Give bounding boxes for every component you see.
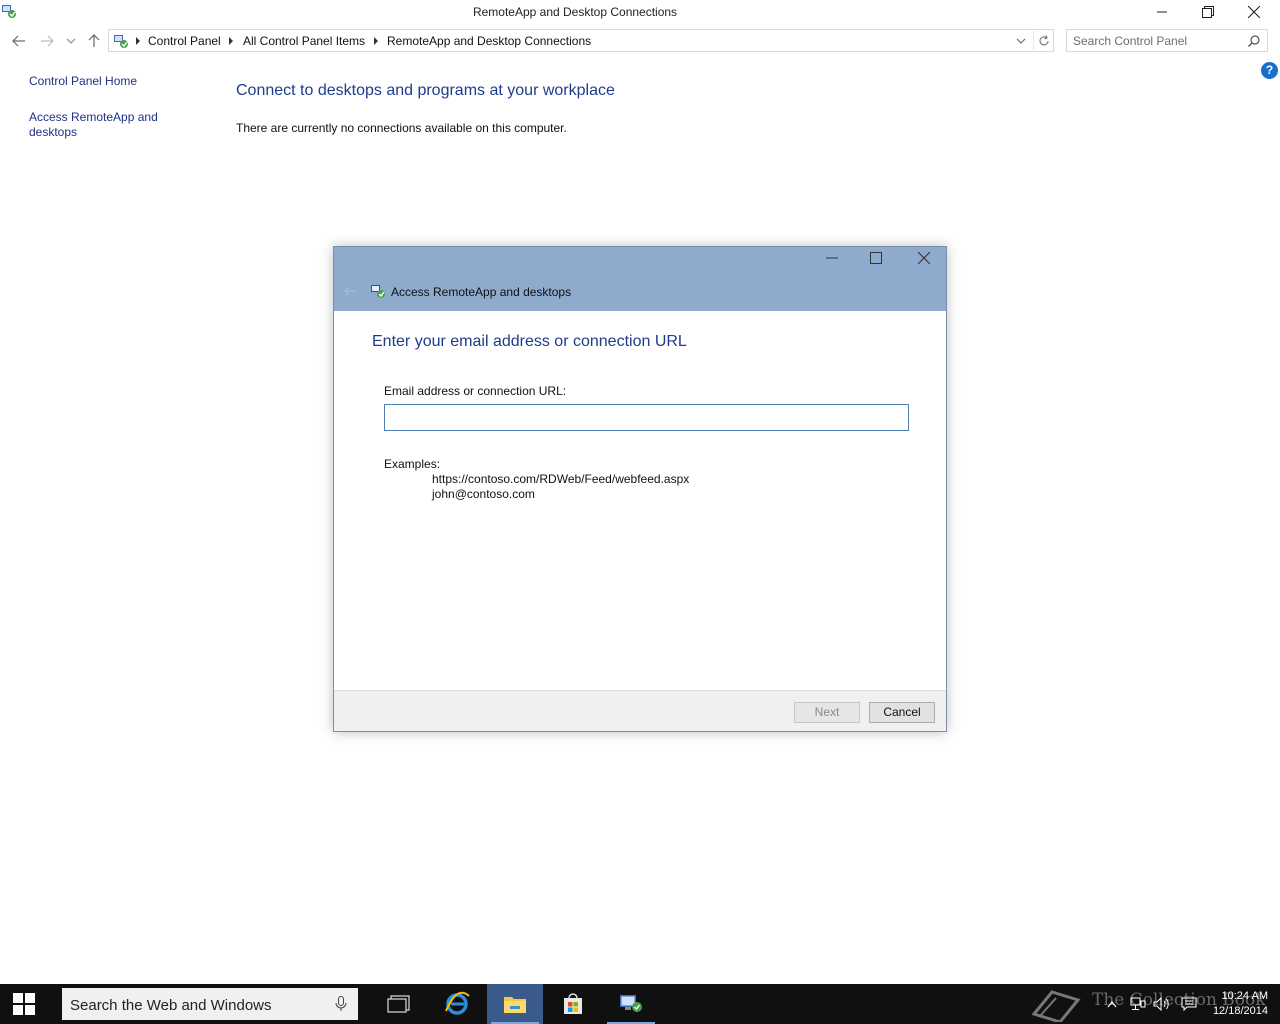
taskbar-search-input[interactable] [70,996,320,1014]
breadcrumb-control-panel[interactable]: Control Panel [148,34,221,48]
page-title: Connect to desktops and programs at your… [236,82,615,99]
search-box[interactable] [1066,29,1268,52]
forward-button[interactable] [38,32,56,50]
example-email: john@contoso.com [432,487,535,501]
internet-explorer-button[interactable] [429,984,485,1024]
address-dropdown-icon[interactable] [1014,34,1028,48]
close-button[interactable] [1231,0,1277,24]
search-input[interactable] [1073,33,1243,49]
start-button[interactable] [0,984,48,1024]
refresh-button[interactable] [1033,31,1053,50]
taskbar-search-box[interactable] [62,988,358,1020]
dialog-close-button[interactable] [902,247,946,269]
network-tray-button[interactable] [1129,996,1147,1012]
dialog-header: Access RemoteApp and desktops [334,247,946,311]
dialog-title: Access RemoteApp and desktops [391,285,572,299]
email-url-input[interactable] [384,404,909,431]
store-icon [564,993,582,1014]
dialog-footer: Next Cancel [334,690,946,731]
next-button[interactable]: Next [794,702,860,723]
folder-icon [504,997,526,1013]
examples-label: Examples: [384,457,441,471]
show-hidden-icons-button[interactable] [1103,996,1121,1012]
search-icon[interactable] [1247,34,1261,48]
task-view-icon [387,995,410,1013]
task-view-button[interactable] [371,984,427,1024]
store-button[interactable] [545,984,601,1024]
dialog-maximize-button[interactable] [854,247,898,269]
breadcrumb-separator-icon[interactable] [227,36,235,46]
dialog-back-icon[interactable] [342,283,358,299]
microphone-icon[interactable] [334,996,348,1012]
file-explorer-button[interactable] [487,984,543,1024]
back-button[interactable] [10,32,28,50]
up-button[interactable] [85,32,103,50]
breadcrumb-all-control-panel-items[interactable]: All Control Panel Items [243,34,365,48]
example-url: https://contoso.com/RDWeb/Feed/webfeed.a… [432,472,690,486]
action-center-button[interactable] [1180,996,1198,1012]
windows-logo-icon [13,993,35,1015]
network-icon [1130,997,1146,1010]
dialog-heading: Enter your email address or connection U… [372,333,687,350]
dialog-minimize-button[interactable] [810,247,854,269]
restore-button[interactable] [1185,0,1231,24]
address-bar[interactable]: Control Panel All Control Panel Items Re… [108,29,1054,52]
minimize-button[interactable] [1139,0,1185,24]
breadcrumb-separator-icon[interactable] [372,36,380,46]
recent-locations-chevron-icon[interactable] [62,32,80,50]
window-title: RemoteApp and Desktop Connections [472,5,678,19]
breadcrumb-separator-icon[interactable] [134,36,142,46]
control-panel-icon [620,995,642,1012]
control-panel-icon [113,33,129,49]
cancel-button[interactable]: Cancel [869,702,935,723]
clock-date: 12/18/2014 [1212,1005,1268,1017]
access-remoteapp-link[interactable]: Access RemoteApp and desktops [29,110,169,140]
access-remoteapp-dialog: Access RemoteApp and desktops Enter your… [333,246,947,732]
notification-icon [1181,997,1197,1011]
email-url-label: Email address or connection URL: [384,384,567,398]
remoteapp-icon [370,283,386,299]
no-connections-message: There are currently no connections avail… [236,121,567,135]
volume-tray-button[interactable] [1153,996,1171,1012]
internet-explorer-icon [445,991,470,1015]
clock[interactable]: 10:24 AM 12/18/2014 [1206,989,1268,1019]
breadcrumb-remoteapp[interactable]: RemoteApp and Desktop Connections [387,34,591,48]
clock-time: 10:24 AM [1221,990,1268,1002]
chevron-up-icon [1107,1001,1117,1008]
help-button[interactable]: ? [1261,62,1278,79]
title-bar: RemoteApp and Desktop Connections [0,0,1280,24]
refresh-icon [1039,34,1049,45]
control-panel-taskbar-button[interactable] [603,984,659,1024]
navigation-bar: Control Panel All Control Panel Items Re… [0,28,1280,54]
control-panel-home-link[interactable]: Control Panel Home [29,74,137,89]
taskbar: The Collection Book 10:24 AM 12/18/2014 [0,984,1280,1024]
speaker-icon [1153,997,1169,1011]
